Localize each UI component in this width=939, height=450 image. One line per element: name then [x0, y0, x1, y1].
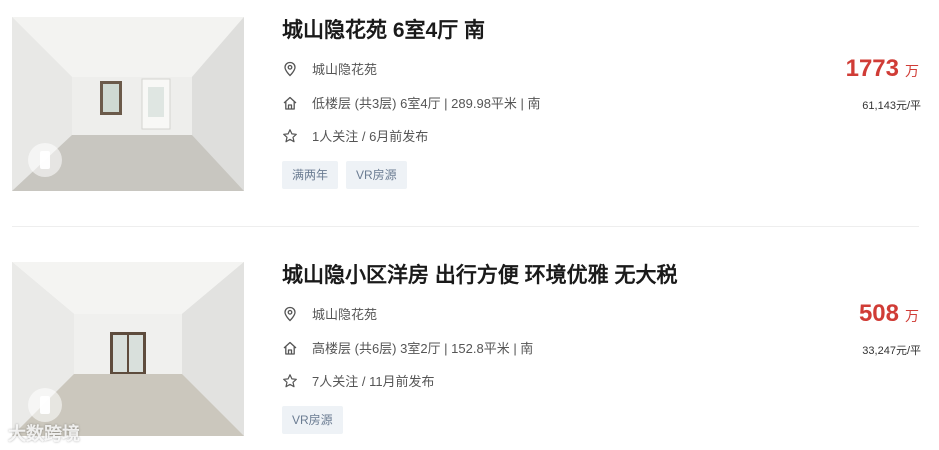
community-row: 城山隐花苑	[282, 59, 377, 78]
listing-title[interactable]: 城山隐小区洋房 出行方便 环境优雅 无大税	[282, 259, 678, 289]
house-info: 高楼层 (共6层) 3室2厅 | 152.8平米 | 南	[312, 341, 534, 356]
community-link[interactable]: 城山隐花苑	[312, 59, 377, 78]
follow-info: 1人关注 / 6月前发布	[312, 129, 429, 144]
vr-icon	[28, 143, 62, 177]
house-info-row: 高楼层 (共6层) 3室2厅 | 152.8平米 | 南	[282, 338, 533, 357]
total-price-unit: 万	[905, 63, 919, 79]
house-info-row: 低楼层 (共3层) 6室4厅 | 289.98平米 | 南	[282, 93, 541, 112]
follow-row: 7人关注 / 11月前发布	[282, 371, 435, 390]
tag-list: 满两年 VR房源	[282, 161, 407, 189]
house-icon	[283, 96, 297, 110]
house-icon	[283, 341, 297, 355]
unit-price: 61,143元/平	[862, 100, 921, 112]
listing-item[interactable]: 城山隐小区洋房 出行方便 环境优雅 无大税 城山隐花苑 高楼层 (共6层) 3室…	[0, 245, 939, 450]
follow-info: 7人关注 / 11月前发布	[312, 374, 435, 389]
total-price-value: 1773	[845, 55, 899, 82]
community-row: 城山隐花苑	[282, 304, 377, 323]
divider	[12, 226, 919, 227]
tag: VR房源	[346, 161, 407, 189]
total-price: 508 万	[859, 300, 919, 328]
star-icon	[283, 373, 297, 387]
star-icon	[283, 128, 297, 142]
unit-price: 33,247元/平	[862, 345, 921, 357]
total-price-value: 508	[858, 300, 899, 327]
listing-title[interactable]: 城山隐花苑 6室4厅 南	[282, 14, 485, 44]
listing-item[interactable]: 城山隐花苑 6室4厅 南 城山隐花苑 低楼层 (共3层) 6室4厅 | 289.…	[0, 0, 939, 225]
follow-row: 1人关注 / 6月前发布	[282, 126, 428, 145]
vr-icon	[28, 388, 62, 422]
listing-photo[interactable]	[12, 17, 244, 191]
location-pin-icon	[284, 306, 296, 321]
total-price-unit: 万	[905, 308, 919, 324]
total-price: 1773 万	[846, 55, 919, 83]
tag: 满两年	[282, 161, 339, 189]
listing-photo[interactable]	[12, 262, 244, 436]
house-info: 低楼层 (共3层) 6室4厅 | 289.98平米 | 南	[312, 96, 541, 111]
community-link[interactable]: 城山隐花苑	[312, 304, 377, 323]
tag-list: VR房源	[282, 406, 343, 434]
watermark: 大数跨境	[8, 424, 80, 444]
tag: VR房源	[282, 406, 343, 434]
location-pin-icon	[284, 61, 296, 76]
